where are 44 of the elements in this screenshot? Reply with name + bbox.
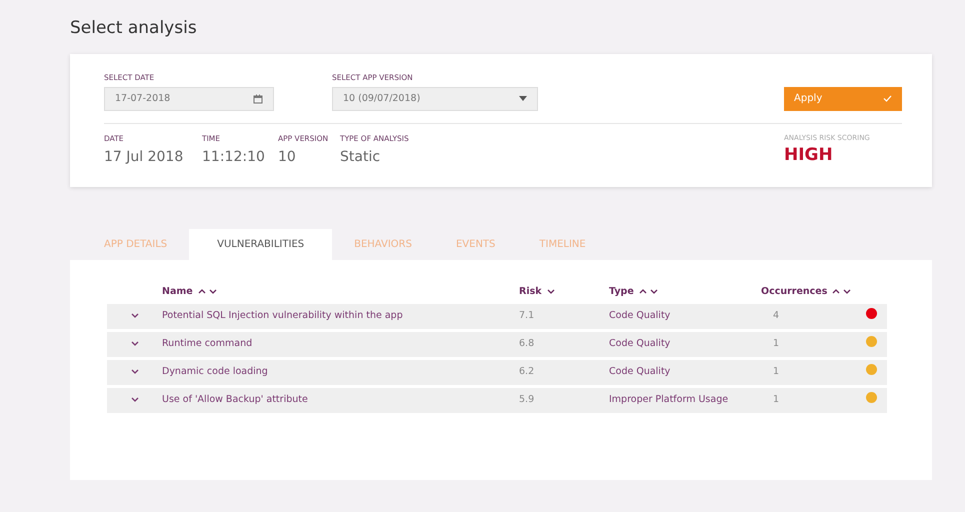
table-row[interactable]: Potential SQL Injection vulnerability within the app 7.1 Code Quality 4: [107, 304, 887, 329]
summary-value: 11:12:10: [202, 148, 266, 166]
chevron-icon[interactable]: [130, 341, 138, 346]
column-header[interactable]: Type: [609, 284, 634, 299]
version-dropdown[interactable]: 10 (09/07/2018): [332, 86, 538, 111]
table-cell: 1: [773, 394, 780, 406]
table-cell: Improper Platform Usage: [609, 394, 728, 406]
calendar-icon: [253, 94, 263, 104]
summary-value: 17 Jul 2018: [104, 148, 184, 166]
table-cell: 1: [773, 338, 780, 350]
sort-icon[interactable]: [832, 288, 852, 296]
table-cell: Code Quality: [609, 338, 670, 350]
table-cell: Potential SQL Injection vulnerability within the app: [162, 310, 403, 322]
table-row[interactable]: Runtime command 6.8 Code Quality 1: [107, 332, 887, 357]
check-icon: [883, 95, 892, 102]
caret-icon: [519, 96, 527, 102]
column-header[interactable]: Occurrences: [761, 284, 828, 299]
risk-value: HIGH: [784, 144, 834, 168]
table-row[interactable]: Use of 'Allow Backup' attribute 5.9 Improper Platform Usage 1: [107, 388, 887, 413]
summary-value: 10: [278, 148, 297, 166]
table-cell: Runtime command: [162, 338, 252, 350]
date-field[interactable]: 17-07-2018: [104, 86, 274, 111]
chevron-icon[interactable]: [130, 397, 138, 402]
summary-value: Static: [340, 148, 382, 166]
table-cell: Use of 'Allow Backup' attribute: [162, 394, 308, 406]
chevron-icon[interactable]: [130, 313, 138, 318]
sort-down-icon[interactable]: [546, 288, 555, 296]
table-cell: Dynamic code loading: [162, 366, 268, 378]
table-cell: 6.2: [519, 366, 534, 378]
column-header[interactable]: Risk: [519, 284, 542, 299]
tab[interactable]: VULNERABILITIES: [189, 228, 332, 260]
sort-icon[interactable]: [198, 288, 218, 296]
chevron-icon[interactable]: [130, 369, 138, 374]
table-cell: 6.8: [519, 338, 534, 350]
table-cell: 5.9: [519, 394, 534, 406]
table-cell: Code Quality: [609, 366, 670, 378]
sort-icon[interactable]: [638, 288, 659, 296]
table-cell: Code Quality: [609, 310, 670, 322]
table-cell: 7.1: [519, 310, 534, 322]
table-row[interactable]: Dynamic code loading 6.2 Code Quality 1: [107, 360, 887, 385]
table-cell: 4: [773, 310, 780, 322]
page-title: Select analysis: [70, 17, 198, 40]
table-cell: 1: [773, 366, 780, 378]
column-header[interactable]: Name: [162, 284, 193, 299]
